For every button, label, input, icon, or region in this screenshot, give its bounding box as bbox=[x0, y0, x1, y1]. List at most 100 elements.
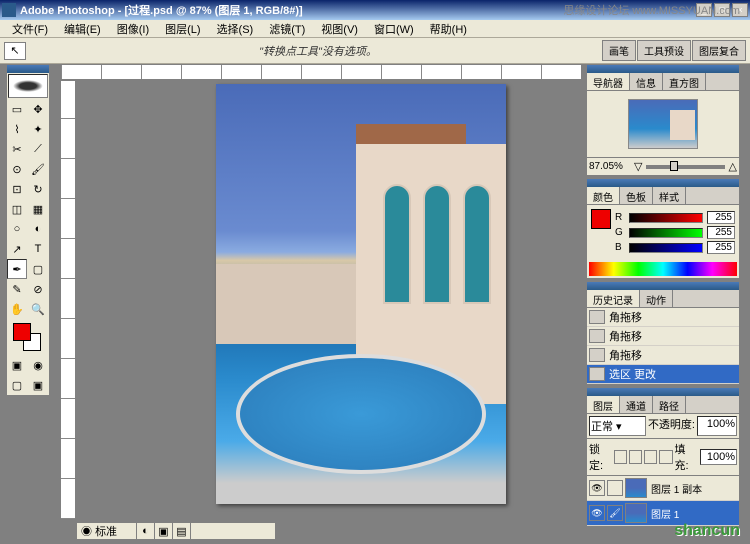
toolbox-header[interactable] bbox=[7, 65, 49, 73]
ruler-vertical[interactable] bbox=[60, 80, 76, 520]
gradient-tool[interactable]: ▦ bbox=[28, 199, 48, 219]
canvas-area[interactable] bbox=[76, 80, 582, 520]
color-titlebar[interactable] bbox=[587, 179, 739, 187]
foreground-color[interactable] bbox=[13, 323, 31, 341]
layer-name[interactable]: 图层 1 bbox=[651, 506, 679, 521]
standard-mode[interactable]: ▣ bbox=[7, 355, 27, 375]
lock-transparent-icon[interactable] bbox=[614, 450, 627, 464]
tab-actions[interactable]: 动作 bbox=[640, 290, 673, 307]
menu-image[interactable]: 图像(I) bbox=[109, 19, 157, 39]
r-value[interactable]: 255 bbox=[707, 211, 735, 224]
b-value[interactable]: 255 bbox=[707, 241, 735, 254]
zoom-tool[interactable]: 🔍 bbox=[28, 299, 48, 319]
menu-select[interactable]: 选择(S) bbox=[209, 19, 262, 39]
visibility-icon[interactable]: 👁 bbox=[589, 480, 605, 496]
color-fg-swatch[interactable] bbox=[591, 209, 611, 229]
menu-edit[interactable]: 编辑(E) bbox=[56, 19, 109, 39]
history-brush-tool[interactable]: ↻ bbox=[28, 179, 48, 199]
layer-thumbnail[interactable] bbox=[625, 478, 647, 498]
blur-tool[interactable]: ○ bbox=[7, 219, 27, 239]
tab-channels[interactable]: 通道 bbox=[620, 396, 653, 413]
stamp-tool[interactable]: ⊡ bbox=[7, 179, 27, 199]
history-item[interactable]: 选区 更改 bbox=[587, 365, 739, 384]
navigator-thumbnail[interactable] bbox=[628, 99, 698, 149]
options-bar: ↖ "转换点工具"没有选项。 画笔 工具预设 图层复合 bbox=[0, 38, 750, 64]
tab-layers[interactable]: 图层 bbox=[587, 396, 620, 413]
zoom-in-icon[interactable]: △ bbox=[729, 160, 737, 173]
options-tab-brushes[interactable]: 画笔 bbox=[602, 40, 636, 61]
hand-tool[interactable]: ✋ bbox=[7, 299, 27, 319]
opacity-input[interactable]: 100% bbox=[697, 416, 737, 436]
history-item[interactable]: 角拖移 bbox=[587, 308, 739, 327]
tab-swatches[interactable]: 色板 bbox=[620, 187, 653, 204]
menu-help[interactable]: 帮助(H) bbox=[422, 19, 475, 39]
tab-color[interactable]: 颜色 bbox=[587, 187, 620, 204]
color-swatches[interactable] bbox=[7, 319, 49, 355]
fill-input[interactable]: 100% bbox=[700, 449, 737, 465]
menu-view[interactable]: 视图(V) bbox=[313, 19, 366, 39]
crop-tool[interactable]: ✂ bbox=[7, 139, 27, 159]
tab-navigator[interactable]: 导航器 bbox=[587, 73, 630, 90]
tab-histogram[interactable]: 直方图 bbox=[663, 73, 706, 90]
current-tool-preview[interactable]: ↖ bbox=[4, 42, 26, 60]
layer-thumbnail[interactable] bbox=[625, 503, 647, 523]
move-tool[interactable]: ✥ bbox=[28, 99, 48, 119]
document-canvas[interactable] bbox=[216, 84, 506, 504]
zoom-out-icon[interactable]: ▽ bbox=[634, 160, 642, 173]
type-tool[interactable]: T bbox=[28, 239, 48, 259]
lock-image-icon[interactable] bbox=[629, 450, 642, 464]
options-tab-tool-presets[interactable]: 工具预设 bbox=[637, 40, 691, 61]
link-icon[interactable]: 🖌 bbox=[607, 505, 623, 521]
lock-all-icon[interactable] bbox=[659, 450, 672, 464]
toolbox: ▭ ✥ ⌇ ✦ ✂ ⟋ ⊙ 🖌 ⊡ ↻ ◫ ▦ ○ ◐ ↗ T ✒ ▢ ✎ ⊘ … bbox=[6, 64, 50, 396]
menu-filter[interactable]: 滤镜(T) bbox=[261, 19, 313, 39]
g-slider[interactable] bbox=[629, 228, 703, 238]
dodge-tool[interactable]: ◐ bbox=[28, 219, 48, 239]
lock-position-icon[interactable] bbox=[644, 450, 657, 464]
navigator-zoom-value[interactable]: 87.05% bbox=[589, 161, 634, 172]
shape-tool[interactable]: ▢ bbox=[28, 259, 48, 279]
status-icon-3[interactable]: ▤ bbox=[173, 523, 191, 539]
pen-tool[interactable]: ✒ bbox=[7, 259, 27, 279]
slice-tool[interactable]: ⟋ bbox=[28, 139, 48, 159]
options-tab-layer-comps[interactable]: 图层复合 bbox=[692, 40, 746, 61]
eyedropper-tool[interactable]: ⊘ bbox=[28, 279, 48, 299]
menu-window[interactable]: 窗口(W) bbox=[366, 19, 422, 39]
navigator-titlebar[interactable] bbox=[587, 65, 739, 73]
g-value[interactable]: 255 bbox=[707, 226, 735, 239]
status-icon-1[interactable]: ◐ bbox=[137, 523, 155, 539]
tab-history[interactable]: 历史记录 bbox=[587, 290, 640, 307]
brush-tool[interactable]: 🖌 bbox=[28, 159, 48, 179]
eraser-tool[interactable]: ◫ bbox=[7, 199, 27, 219]
ruler-horizontal[interactable] bbox=[60, 64, 582, 80]
blend-mode-select[interactable]: 正常 ▾ bbox=[589, 416, 646, 436]
tab-styles[interactable]: 样式 bbox=[653, 187, 686, 204]
r-slider[interactable] bbox=[629, 213, 703, 223]
menu-file[interactable]: 文件(F) bbox=[4, 19, 56, 39]
layer-name[interactable]: 图层 1 副本 bbox=[651, 481, 702, 496]
screen-mode-1[interactable]: ▢ bbox=[7, 375, 27, 395]
link-icon[interactable] bbox=[607, 480, 623, 496]
history-titlebar[interactable] bbox=[587, 282, 739, 290]
heal-tool[interactable]: ⊙ bbox=[7, 159, 27, 179]
color-spectrum[interactable] bbox=[589, 262, 737, 276]
marquee-tool[interactable]: ▭ bbox=[7, 99, 27, 119]
history-item[interactable]: 角拖移 bbox=[587, 327, 739, 346]
history-item[interactable]: 角拖移 bbox=[587, 346, 739, 365]
b-slider[interactable] bbox=[629, 243, 703, 253]
status-icon-2[interactable]: ▣ bbox=[155, 523, 173, 539]
opacity-label: 不透明度: bbox=[648, 416, 695, 436]
layers-titlebar[interactable] bbox=[587, 388, 739, 396]
lasso-tool[interactable]: ⌇ bbox=[7, 119, 27, 139]
notes-tool[interactable]: ✎ bbox=[7, 279, 27, 299]
tab-paths[interactable]: 路径 bbox=[653, 396, 686, 413]
layer-row[interactable]: 👁 图层 1 副本 bbox=[587, 476, 739, 501]
menu-layer[interactable]: 图层(L) bbox=[157, 19, 208, 39]
quickmask-mode[interactable]: ◉ bbox=[28, 355, 48, 375]
visibility-icon[interactable]: 👁 bbox=[589, 505, 605, 521]
navigator-zoom-slider[interactable] bbox=[646, 165, 724, 169]
screen-mode-2[interactable]: ▣ bbox=[28, 375, 48, 395]
path-tool[interactable]: ↗ bbox=[7, 239, 27, 259]
wand-tool[interactable]: ✦ bbox=[28, 119, 48, 139]
tab-info[interactable]: 信息 bbox=[630, 73, 663, 90]
